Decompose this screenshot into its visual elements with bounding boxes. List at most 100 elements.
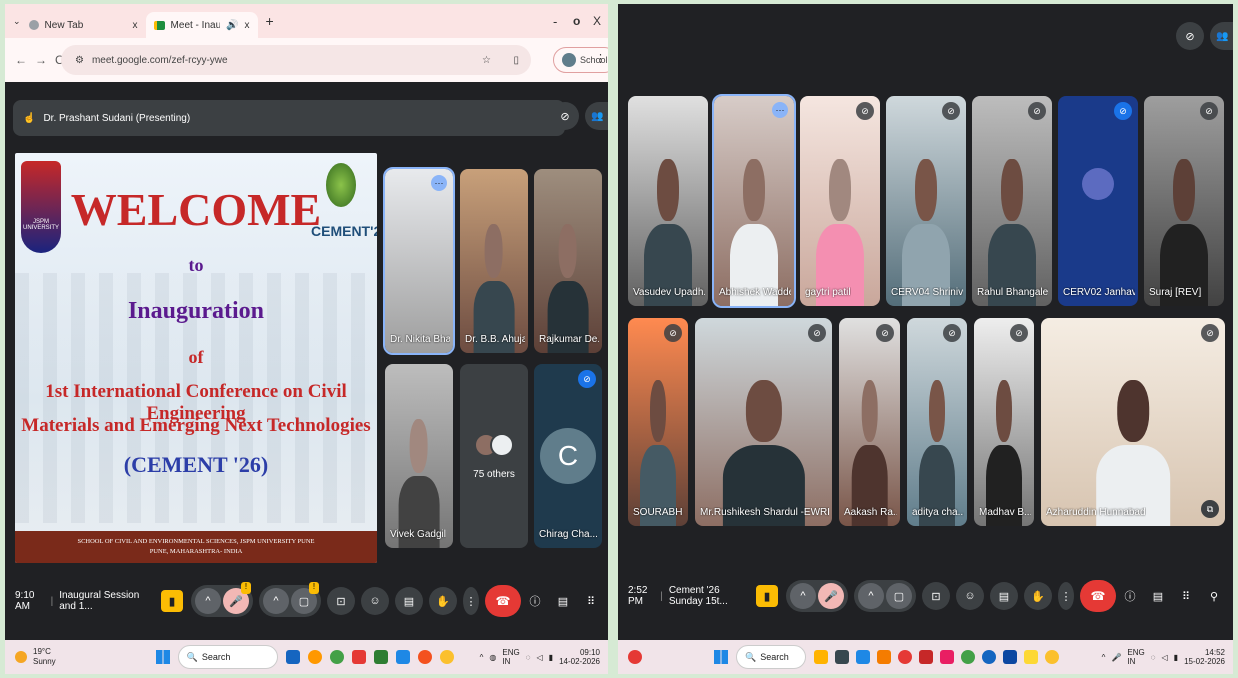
participant-tile[interactable]: Vivek Gadgil: [385, 364, 453, 548]
tab-close-icon[interactable]: x: [133, 20, 138, 31]
chrome-icon[interactable]: [1045, 650, 1059, 664]
more-options-button[interactable]: ⋮: [463, 587, 479, 615]
no-screen-share-icon[interactable]: ⊘: [551, 102, 579, 130]
new-tab-button[interactable]: +: [266, 13, 274, 29]
participant-tile[interactable]: ⊘ Azharuddin Hunnabad ⧉: [1041, 318, 1225, 526]
app-tray-icon[interactable]: ◍: [489, 653, 496, 662]
more-options-button[interactable]: ⋮: [1058, 582, 1074, 610]
bookmark-star-icon[interactable]: ☆: [482, 55, 491, 66]
task-view-icon[interactable]: [835, 650, 849, 664]
participant-tile[interactable]: ⊘ CERV04 Shriniv...: [886, 96, 966, 306]
mic-off-button[interactable]: 🎤!: [223, 582, 251, 614]
chevron-up-icon[interactable]: ^: [1102, 653, 1106, 662]
tab-new-tab[interactable]: New Tab x: [21, 12, 146, 38]
host-controls-icon[interactable]: ⚲: [1200, 582, 1228, 610]
participant-tile[interactable]: ⊘ gaytri patil: [800, 96, 880, 306]
participant-tile[interactable]: ⊘ Suraj [REV]: [1144, 96, 1224, 306]
more-options-icon[interactable]: ⋯: [431, 175, 447, 191]
windows-start-icon[interactable]: [714, 650, 728, 664]
raise-hand-button[interactable]: ✋: [429, 587, 457, 615]
volume-icon[interactable]: ◁: [1162, 653, 1168, 662]
menu-kebab-icon[interactable]: ⋮: [595, 52, 606, 65]
participant-tile[interactable]: ⊘ CERV02 Janhavi...: [1058, 96, 1138, 306]
chevron-up-icon[interactable]: ^: [480, 653, 484, 662]
mail-icon[interactable]: [919, 650, 933, 664]
no-screen-share-icon[interactable]: ⊘: [1176, 22, 1204, 50]
more-options-icon[interactable]: ⋯: [772, 102, 788, 118]
vlc-icon[interactable]: [877, 650, 891, 664]
captions-button[interactable]: ▤: [395, 587, 423, 615]
wifi-icon[interactable]: ◌: [1151, 653, 1156, 662]
file-explorer-icon[interactable]: [1024, 650, 1038, 664]
info-icon[interactable]: ⓘ: [1116, 582, 1144, 610]
file-explorer-icon[interactable]: [285, 650, 300, 664]
extensions-icon[interactable]: ▯: [513, 55, 519, 66]
language-indicator[interactable]: ENG IN: [502, 648, 519, 666]
info-icon[interactable]: ⓘ: [521, 587, 549, 615]
pdf-icon[interactable]: [351, 650, 366, 664]
chevron-up-icon[interactable]: ^: [858, 583, 884, 609]
site-settings-icon[interactable]: ⚙: [75, 55, 84, 66]
battery-icon[interactable]: ▮: [1174, 653, 1178, 662]
close-window-button[interactable]: X: [593, 14, 601, 28]
word-icon[interactable]: [1003, 650, 1017, 664]
others-tile[interactable]: 75 others: [460, 364, 528, 548]
participant-tile[interactable]: ⊘ Aakash Ra...: [839, 318, 900, 526]
taskbar-search[interactable]: 🔍 Search: [736, 645, 806, 669]
windows-start-icon[interactable]: [155, 650, 170, 664]
participant-tile[interactable]: Rajkumar De...: [534, 169, 602, 353]
pip-icon[interactable]: ⧉: [1201, 500, 1219, 518]
raise-hand-button[interactable]: ✋: [1024, 582, 1052, 610]
wifi-icon[interactable]: ◌: [526, 653, 531, 662]
activities-icon[interactable]: ⠿: [1172, 582, 1200, 610]
chrome-icon[interactable]: [439, 650, 454, 664]
tab-search-dropdown-icon[interactable]: ⌄: [13, 16, 21, 27]
emoji-button[interactable]: ☺: [361, 587, 389, 615]
emoji-button[interactable]: ☺: [956, 582, 984, 610]
whatsapp-icon[interactable]: [961, 650, 975, 664]
app-icon[interactable]: [940, 650, 954, 664]
participant-tile[interactable]: ⋯ Abhishek Wadde: [712, 94, 796, 308]
word-icon[interactable]: [395, 650, 410, 664]
participant-tile[interactable]: ⊘ Mr.Rushikesh Shardul -EWRE: [695, 318, 832, 526]
leave-call-button[interactable]: ☎: [1080, 580, 1116, 612]
chevron-up-icon[interactable]: ^: [790, 583, 816, 609]
back-icon[interactable]: ←: [15, 53, 27, 67]
chevron-up-icon[interactable]: ^: [195, 588, 221, 614]
checkmark-icon[interactable]: [856, 650, 870, 664]
address-bar[interactable]: ⚙ meet.google.com/zef-rcyy-ywe ☆ ▯: [61, 45, 531, 75]
participants-button[interactable]: 👥 13: [1210, 22, 1233, 50]
participant-tile[interactable]: ⊘ aditya cha...: [907, 318, 967, 526]
battery-icon[interactable]: ▮: [549, 653, 553, 662]
tab-meet[interactable]: Meet - Inaugural Session a 🔊 x: [145, 12, 258, 38]
participant-tile[interactable]: Dr. B.B. Ahuja: [460, 169, 528, 353]
participant-tile[interactable]: ⊘ Rahul Bhangale: [972, 96, 1052, 306]
present-button[interactable]: ⊡: [327, 587, 355, 615]
participant-tile[interactable]: ⊘ C Chirag Cha...: [534, 364, 602, 548]
excel-icon[interactable]: [373, 650, 388, 664]
captions-button[interactable]: ▤: [990, 582, 1018, 610]
camera-button[interactable]: ▢: [886, 583, 912, 609]
browser-icon[interactable]: [307, 650, 322, 664]
participant-tile[interactable]: ⊘ SOURABH ...: [628, 318, 688, 526]
clock[interactable]: 09:10 14-02-2026: [559, 648, 600, 666]
taskbar-search[interactable]: 🔍 Search: [177, 645, 278, 669]
clock[interactable]: 14:52 15-02-2026: [1184, 648, 1225, 666]
mic-off-button[interactable]: 🎤: [818, 583, 844, 609]
volume-icon[interactable]: ◁: [537, 653, 543, 662]
edge-icon[interactable]: [982, 650, 996, 664]
participants-button[interactable]: 👥 81: [585, 102, 608, 130]
whatsapp-icon[interactable]: [329, 650, 344, 664]
opera-icon[interactable]: [898, 650, 912, 664]
leave-call-button[interactable]: ☎: [485, 585, 521, 617]
weather-widget[interactable]: 19°C Sunny: [33, 647, 56, 667]
present-button[interactable]: ⊡: [922, 582, 950, 610]
forward-icon[interactable]: →: [35, 53, 47, 67]
tab-close-icon[interactable]: x: [245, 20, 250, 31]
chat-icon[interactable]: ▤: [1144, 582, 1172, 610]
firefox-icon[interactable]: [417, 650, 432, 664]
chevron-up-icon[interactable]: ^: [263, 588, 289, 614]
mic-tray-icon[interactable]: 🎤: [1111, 653, 1121, 662]
minimize-button[interactable]: -: [553, 14, 557, 29]
restore-button[interactable]: o: [573, 14, 580, 28]
